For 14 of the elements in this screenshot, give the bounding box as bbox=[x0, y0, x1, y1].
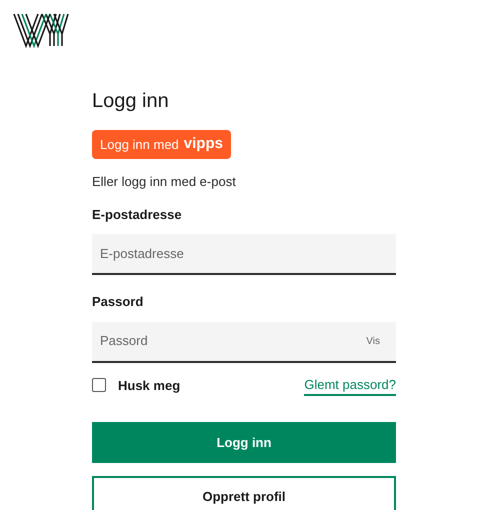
forgot-password-link[interactable]: Glemt passord? bbox=[304, 374, 396, 396]
create-profile-button[interactable]: Opprett profil bbox=[92, 476, 396, 510]
remember-checkbox[interactable] bbox=[92, 378, 106, 392]
email-field[interactable]: E-postadresse bbox=[92, 234, 396, 275]
login-button[interactable]: Logg inn bbox=[92, 422, 396, 463]
page-title: Logg inn bbox=[92, 89, 170, 114]
remember-label: Husk meg bbox=[118, 376, 180, 395]
show-password-button[interactable]: Vis bbox=[366, 334, 380, 348]
vipps-login-button[interactable]: Logg inn med vipps bbox=[92, 130, 231, 159]
alternative-login-text: Eller logg inn med e-post bbox=[92, 173, 237, 191]
password-field[interactable]: Passord Vis bbox=[92, 322, 396, 362]
vipps-logo: vipps bbox=[184, 134, 223, 154]
password-label: Passord bbox=[92, 293, 144, 311]
email-label: E-postadresse bbox=[92, 206, 183, 224]
